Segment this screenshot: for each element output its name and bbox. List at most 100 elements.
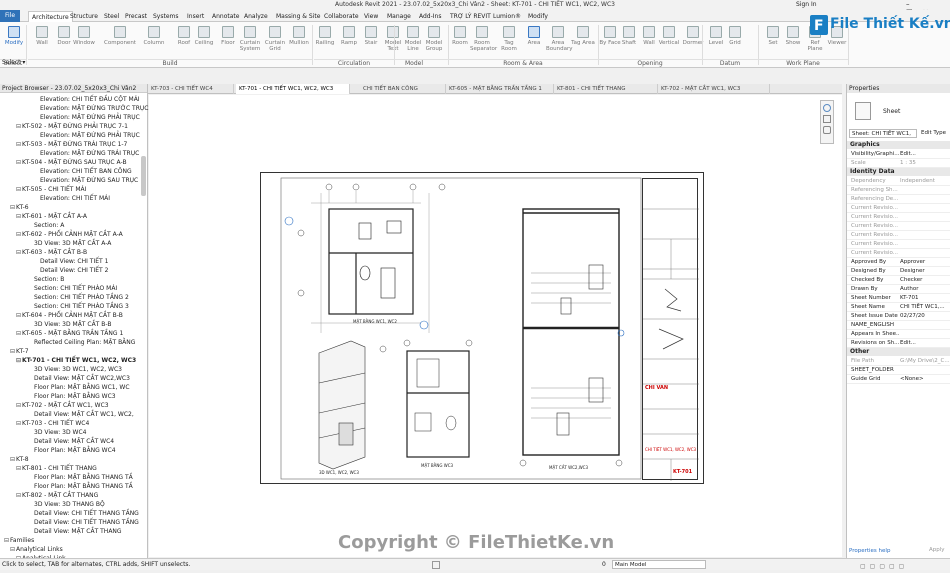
property-section[interactable]: Graphics [847, 141, 950, 149]
tree-item[interactable]: Detail View: CHI TIẾT THANG TẦNG [28, 518, 139, 527]
ribbon-button-tag-area[interactable]: Tag Area [571, 24, 595, 58]
tree-item[interactable]: Detail View: CHI TIẾT 1 [34, 257, 108, 266]
property-value[interactable]: 1 : 35 [900, 159, 950, 168]
property-row[interactable]: Checked By Checker [847, 276, 950, 285]
tab-modify[interactable]: Modify [528, 11, 548, 22]
tree-item[interactable]: Section: CHI TIẾT PHÀO MÁI [28, 284, 117, 293]
ribbon-button-railing[interactable]: Railing [313, 24, 337, 58]
tree-item[interactable]: Elevation: CHI TIẾT BAN CÔNG [34, 167, 132, 176]
ribbon-button-ramp[interactable]: Ramp [337, 24, 361, 58]
tab-add-ins[interactable]: Add-Ins [419, 11, 441, 22]
tab-analyze[interactable]: Analyze [244, 11, 268, 22]
tree-item[interactable]: Detail View: MẶT CẮT WC4 [28, 437, 114, 446]
property-row[interactable]: Current Revisio... [847, 213, 950, 222]
tab-precast[interactable]: Precast [125, 11, 147, 22]
view-tab[interactable]: KT-605 - MẶT BẰNG TRẦN TẦNG 1 [446, 84, 554, 94]
tree-item[interactable]: Floor Plan: MẶT BẰNG WC4 [28, 446, 116, 455]
ribbon-button-modify[interactable]: Modify [2, 24, 26, 58]
property-row[interactable]: NAME_ENGLISH [847, 321, 950, 330]
tab-file[interactable]: File [0, 10, 21, 22]
tree-item[interactable]: Detail View: MẶT CẮT THANG [28, 527, 122, 536]
property-value[interactable]: G:\My Drive\2_C... [900, 357, 950, 366]
property-row[interactable]: Current Revisio... [847, 231, 950, 240]
property-row[interactable]: Current Revisio... [847, 222, 950, 231]
view-tab[interactable]: KT-701 - CHI TIẾT WC1, WC2, WC3 [236, 84, 350, 94]
property-section[interactable]: Identity Data [847, 168, 950, 176]
properties-help-link[interactable]: Properties help [849, 548, 890, 554]
property-row[interactable]: Visibility/Graphi... Edit... [847, 150, 950, 159]
steering-wheel-icon[interactable] [823, 104, 831, 112]
property-row[interactable]: Current Revisio... [847, 249, 950, 258]
property-row[interactable]: Revisions on Sh... Edit... [847, 339, 950, 348]
tab-structure[interactable]: Structure [70, 11, 98, 22]
tree-item[interactable]: Section: B [28, 275, 64, 284]
property-row[interactable]: Drawn By Author [847, 285, 950, 294]
tree-item[interactable]: Elevation: CHI TIẾT MÁI [34, 194, 110, 203]
property-value[interactable]: Author [900, 285, 950, 294]
ribbon-button-show[interactable]: Show [781, 24, 805, 58]
ribbon-button-mullion[interactable]: Mullion [287, 24, 311, 58]
tree-item[interactable]: ⊟KT-703 - CHI TIẾT WC4 [16, 419, 89, 428]
tree-item[interactable]: Elevation: CHI TIẾT ĐẦU CỘT MÁI [34, 95, 140, 104]
tree-item[interactable]: ⊟KT-7 [10, 347, 29, 356]
property-value[interactable]: Edit... [900, 339, 950, 348]
tree-item[interactable]: Elevation: MẶT ĐỨNG PHẢI TRỤC [34, 131, 140, 140]
tree-item[interactable]: ⊟KT-604 - PHỐI CẢNH MẶT CẮT B-B [16, 311, 123, 320]
property-row[interactable]: Current Revisio... [847, 240, 950, 249]
ribbon-button-component[interactable]: Component [100, 24, 140, 58]
property-row[interactable]: Guide Grid <None> [847, 375, 950, 384]
tree-item[interactable]: 3D View: 3D WC1, WC2, WC3 [28, 365, 122, 374]
tree-item[interactable]: ⊟KT-601 - MẶT CẮT A-A [16, 212, 87, 221]
tree-item[interactable]: Section: CHI TIẾT PHÀO TẦNG 2 [28, 293, 129, 302]
tree-item[interactable]: Floor Plan: MẶT BẰNG WC3 [28, 392, 116, 401]
tree-item[interactable]: 3D View: 3D MẶT CẮT B-B [28, 320, 111, 329]
view-tab[interactable]: KT-703 - CHI TIẾT WC4 [148, 84, 234, 94]
tab-tr-l-revit[interactable]: TRỢ LÝ REVIT [450, 11, 491, 22]
property-row[interactable]: File Path G:\My Drive\2_C... [847, 357, 950, 366]
property-row[interactable]: Scale 1 : 35 [847, 159, 950, 168]
ribbon-button-vertical[interactable]: Vertical [657, 24, 681, 58]
property-row[interactable]: Designed By Designer [847, 267, 950, 276]
ribbon-button-window[interactable]: Window [72, 24, 96, 58]
ribbon-button-floor[interactable]: Floor [216, 24, 240, 58]
tree-item[interactable]: ⊟KT-504 - MẶT ĐỨNG SAU TRỤC A-B [16, 158, 127, 167]
ribbon-button-curtain-system[interactable]: Curtain System [238, 24, 262, 58]
property-row[interactable]: Sheet Issue Date 02/27/20 [847, 312, 950, 321]
property-value[interactable]: Checker [900, 276, 950, 285]
sheet-border[interactable]: MẶT BẰNG WC1, WC2 3D WC1, WC2, WC3 MẶT B… [260, 172, 704, 484]
navigation-bar[interactable] [820, 100, 834, 144]
ribbon-button-area-boundary[interactable]: Area Boundary [546, 24, 573, 58]
select-dropdown[interactable]: Select ▾ [2, 59, 25, 66]
tree-item[interactable]: ⊟KT-701 - CHI TIẾT WC1, WC2, WC3 [16, 356, 136, 365]
tab-collaborate[interactable]: Collaborate [324, 11, 359, 22]
tree-item[interactable]: Detail View: MẶT CẮT WC1, WC2, [28, 410, 134, 419]
sign-in-link[interactable]: Sign In [796, 1, 817, 8]
tree-item[interactable]: ⊟KT-502 - MẶT ĐỨNG PHẢI TRỤC 7-1 [16, 122, 128, 131]
tab-annotate[interactable]: Annotate [212, 11, 239, 22]
tree-item[interactable]: ⊟KT-503 - MẶT ĐỨNG TRÁI TRỤC 1-7 [16, 140, 127, 149]
ribbon-button-area[interactable]: Area [522, 24, 546, 58]
property-row[interactable]: Current Revisio... [847, 204, 950, 213]
ribbon-button-ceiling[interactable]: Ceiling [192, 24, 216, 58]
property-row[interactable]: SHEET_FOLDER [847, 366, 950, 375]
tree-item[interactable]: Detail View: MẶT CẮT WC2,WC3 [28, 374, 130, 383]
property-value[interactable]: Edit... [900, 150, 950, 159]
ribbon-button-wall[interactable]: Wall [30, 24, 54, 58]
property-value[interactable]: CHI TIẾT WC1,... [900, 303, 950, 312]
tree-item[interactable]: ⊟KT-602 - PHỐI CẢNH MẶT CẮT A-A [16, 230, 123, 239]
tree-item[interactable]: Section: A [28, 221, 64, 230]
tree-item[interactable]: Elevation: MẶT ĐỨNG PHẢI TRỤC [34, 113, 140, 122]
tree-item[interactable]: Elevation: MẶT ĐỨNG TRÁI TRỤC [34, 149, 139, 158]
property-value[interactable]: Designer [900, 267, 950, 276]
tree-item[interactable]: ⊟KT-605 - MẶT BẰNG TRẦN TẦNG 1 [16, 329, 123, 338]
tree-item[interactable]: ⊟Families [4, 536, 34, 545]
property-row[interactable]: Sheet Number KT-701 [847, 294, 950, 303]
tab-architecture[interactable]: Architecture [28, 11, 73, 22]
selection-filter-icons[interactable]: ▢▢▢▢▢ [860, 561, 940, 570]
tree-item[interactable]: ⊟Analytical Links [10, 545, 63, 554]
tree-item[interactable]: Floor Plan: MẶT BẰNG THANG TẦ [28, 482, 133, 491]
property-row[interactable]: Sheet Name CHI TIẾT WC1,... [847, 303, 950, 312]
tree-item[interactable]: Elevation: MẶT ĐỨNG SAU TRỤC [34, 176, 138, 185]
tree-item[interactable]: ⊟KT-802 - MẶT CẮT THANG [16, 491, 98, 500]
tree-item[interactable]: 3D View: 3D THANG BỘ [28, 500, 105, 509]
